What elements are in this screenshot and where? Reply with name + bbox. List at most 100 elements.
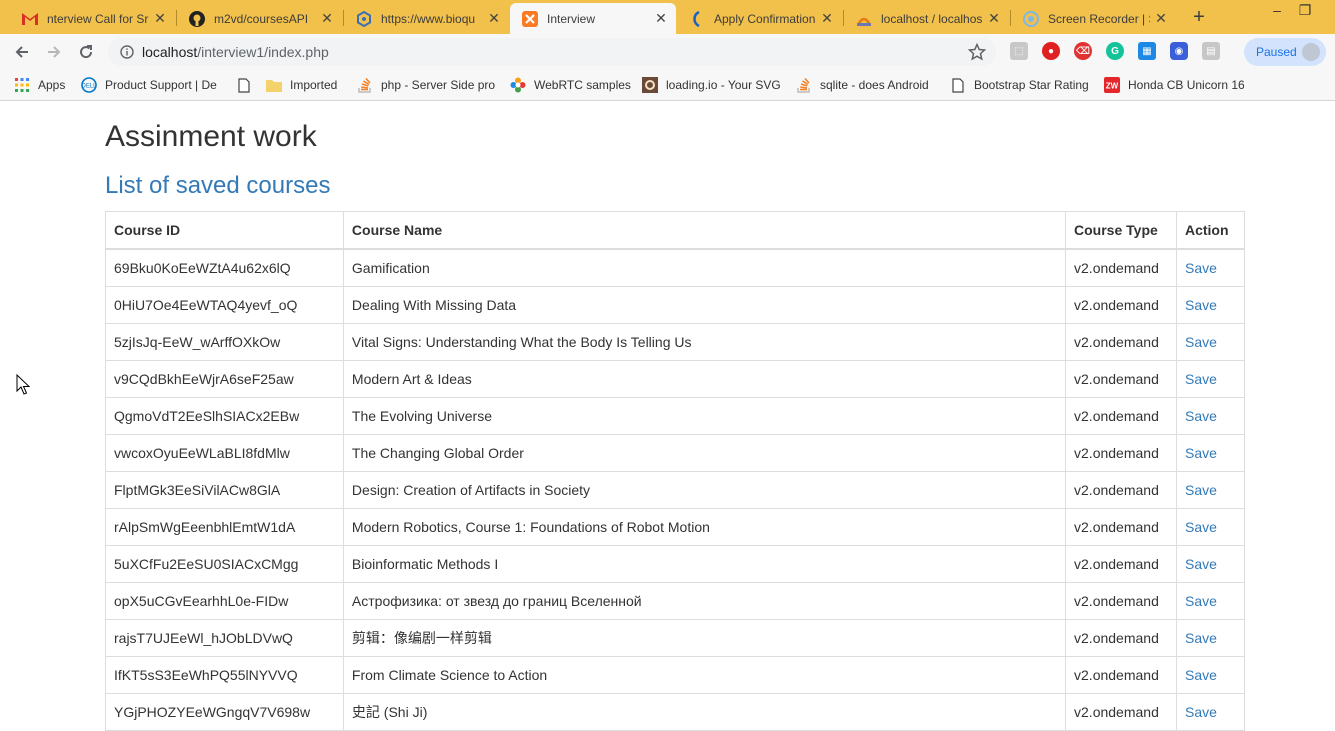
tab-interview[interactable]: Interview ✕: [510, 3, 676, 34]
course-name-cell: From Climate Science to Action: [342, 656, 1067, 694]
table-row: rajsT7UJEeWl_hJObLDVwQ 剪辑：像编剧一样剪辑 v2.ond…: [105, 619, 1246, 657]
course-type-cell: v2.ondemand: [1065, 693, 1177, 731]
close-icon[interactable]: ✕: [1154, 10, 1168, 27]
bookmark-label: Honda CB Unicorn 16: [1128, 78, 1244, 92]
tab-github[interactable]: m2vd/coursesAPI ✕: [177, 3, 342, 34]
tab-phpmyadmin[interactable]: localhost / localhos ✕: [844, 3, 1009, 34]
course-name-cell: Vital Signs: Understanding What the Body…: [342, 323, 1067, 361]
save-link[interactable]: Save: [1175, 545, 1246, 583]
table-row: FlptMGk3EeSiVilACw8GlA Design: Creation …: [105, 471, 1246, 509]
tab-apply-confirmation[interactable]: Apply Confirmation ✕: [677, 3, 842, 34]
svg-text:DELL: DELL: [81, 84, 97, 90]
info-icon[interactable]: [120, 45, 134, 59]
save-link[interactable]: Save: [1175, 619, 1246, 657]
save-link[interactable]: Save: [1175, 693, 1246, 731]
course-id-cell: 0HiU7Oe4EeWTAQ4yevf_oQ: [105, 286, 344, 324]
bookmark-label: Apps: [38, 78, 66, 92]
bookmark-sqlite-android[interactable]: sqlite - does Android: [796, 76, 936, 94]
star-icon[interactable]: [967, 42, 987, 66]
tab-bioqu[interactable]: https://www.bioqu ✕: [344, 3, 509, 34]
avatar: [1302, 43, 1320, 61]
table-header-row: Course ID Course Name Course Type Action: [105, 211, 1246, 250]
bookmarks-bar: Apps DELL Product Support | De Imported …: [0, 70, 1335, 101]
trash-extension-icon[interactable]: ⌫: [1074, 42, 1092, 60]
minimize-button[interactable]: –: [1262, 0, 1292, 22]
tab-screen-recorder[interactable]: Screen Recorder | S ✕: [1011, 3, 1176, 34]
save-link[interactable]: Save: [1175, 471, 1246, 509]
course-name-cell: Bioinformatic Methods I: [342, 545, 1067, 583]
apps-extension-icon[interactable]: ▤: [1202, 42, 1220, 60]
svg-text:ZW: ZW: [1106, 82, 1119, 91]
hexagon-icon: [356, 10, 372, 27]
course-name-cell: The Changing Global Order: [342, 434, 1067, 472]
course-id-cell: 5zjIsJq-EeW_wArffOXkOw: [105, 323, 344, 361]
save-link[interactable]: Save: [1175, 508, 1246, 546]
bookmark-webrtc-samples[interactable]: WebRTC samples: [510, 76, 631, 94]
stackoverflow-icon: [796, 77, 812, 93]
save-link[interactable]: Save: [1175, 248, 1246, 287]
bookmark-blank-page[interactable]: [236, 76, 260, 94]
course-type-cell: v2.ondemand: [1065, 619, 1177, 657]
courses-table: Course ID Course Name Course Type Action…: [105, 211, 1246, 731]
column-header-course-type: Course Type: [1065, 211, 1177, 250]
new-tab-button[interactable]: +: [1186, 6, 1212, 28]
save-link[interactable]: Save: [1175, 397, 1246, 435]
table-row: 69Bku0KoEeWZtA4u62x6lQ Gamification v2.o…: [105, 248, 1246, 287]
pdf-extension-icon[interactable]: ⬚: [1010, 42, 1028, 60]
arrow-right-icon: [48, 46, 61, 58]
save-link[interactable]: Save: [1175, 656, 1246, 694]
close-icon[interactable]: ✕: [487, 10, 501, 27]
close-icon[interactable]: ✕: [987, 10, 1001, 27]
course-id-cell: YGjPHOZYEeWGngqV7V698w: [105, 693, 344, 731]
table-row: 0HiU7Oe4EeWTAQ4yevf_oQ Dealing With Miss…: [105, 286, 1246, 324]
address-bar[interactable]: localhost/interview1/index.php: [108, 38, 996, 66]
tab-gmail[interactable]: nterview Call for Sr ✕: [10, 3, 175, 34]
bookmark-label: Product Support | De: [105, 78, 217, 92]
paused-label: Paused: [1256, 45, 1297, 59]
bookmark-honda-cb-unicorn[interactable]: ZW Honda CB Unicorn 16: [1104, 76, 1244, 94]
course-id-cell: IfKT5sS3EeWhPQ55lNYVVQ: [105, 656, 344, 694]
restore-button[interactable]: ❐: [1290, 0, 1320, 22]
grammarly-extension-icon[interactable]: G: [1106, 42, 1124, 60]
close-icon[interactable]: ✕: [820, 10, 834, 27]
url-path: /interview1/index.php: [197, 44, 329, 60]
bookmark-php-server-side[interactable]: php - Server Side pro: [357, 76, 495, 94]
save-link[interactable]: Save: [1175, 582, 1246, 620]
course-name-cell: Design: Creation of Artifacts in Society: [342, 471, 1067, 509]
bookmark-label: loading.io - Your SVG: [666, 78, 780, 92]
course-type-cell: v2.ondemand: [1065, 434, 1177, 472]
course-type-cell: v2.ondemand: [1065, 545, 1177, 583]
course-id-cell: rajsT7UJEeWl_hJObLDVwQ: [105, 619, 344, 657]
back-button[interactable]: [10, 40, 34, 64]
table-row: QgmoVdT2EeSlhSIACx2EBw The Evolving Univ…: [105, 397, 1246, 435]
bookmark-apps[interactable]: Apps: [14, 76, 65, 94]
course-name-cell: Dealing With Missing Data: [342, 286, 1067, 324]
bookmark-label: WebRTC samples: [534, 78, 631, 92]
save-link[interactable]: Save: [1175, 286, 1246, 324]
bookmark-imported[interactable]: Imported: [266, 76, 337, 94]
grid-extension-icon[interactable]: ▦: [1138, 42, 1156, 60]
section-heading: List of saved courses: [105, 172, 331, 199]
adblock-extension-icon[interactable]: ●: [1042, 42, 1060, 60]
save-link[interactable]: Save: [1175, 360, 1246, 398]
save-link[interactable]: Save: [1175, 323, 1246, 361]
bookmark-loading-io[interactable]: loading.io - Your SVG: [642, 76, 780, 94]
bookmark-label: Bootstrap Star Rating: [974, 78, 1088, 92]
bookmark-product-support[interactable]: DELL Product Support | De: [81, 76, 221, 94]
media-extension-icon[interactable]: ◉: [1170, 42, 1188, 60]
close-icon[interactable]: ✕: [153, 10, 167, 27]
close-icon[interactable]: ✕: [320, 10, 334, 27]
gmail-icon: [22, 11, 38, 27]
forward-button[interactable]: [42, 40, 66, 64]
bookmark-bootstrap-star-rating[interactable]: Bootstrap Star Rating: [950, 76, 1088, 94]
save-link[interactable]: Save: [1175, 434, 1246, 472]
course-id-cell: QgmoVdT2EeSlhSIACx2EBw: [105, 397, 344, 435]
reload-button[interactable]: [74, 40, 98, 64]
course-id-cell: opX5uCGvEearhhL0e-FIDw: [105, 582, 344, 620]
profile-paused-button[interactable]: Paused: [1244, 38, 1326, 66]
record-icon: [1023, 10, 1039, 27]
course-type-cell: v2.ondemand: [1065, 397, 1177, 435]
arrow-left-icon: [15, 46, 28, 58]
course-name-cell: 剪辑：像编剧一样剪辑: [342, 619, 1067, 657]
close-icon[interactable]: ✕: [654, 10, 668, 27]
